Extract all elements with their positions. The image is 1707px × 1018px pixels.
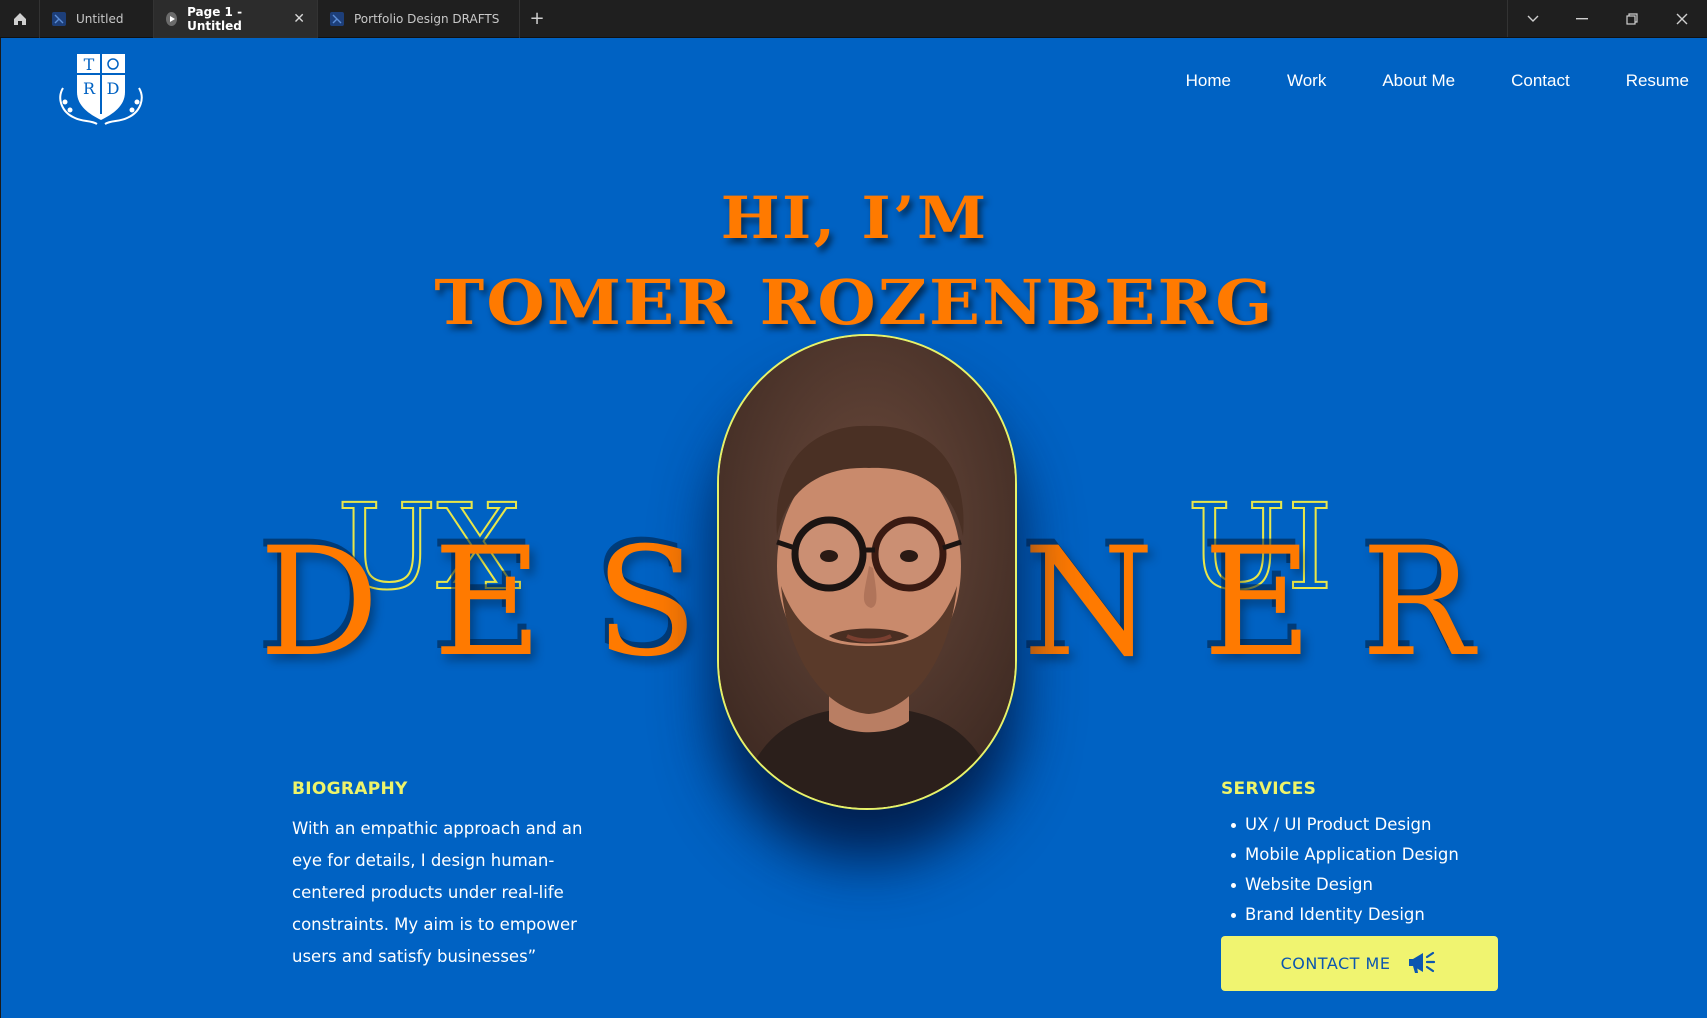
designer-letter-n: N — [1023, 516, 1155, 690]
nav-work[interactable]: Work — [1287, 71, 1326, 91]
list-item: Website Design — [1229, 870, 1459, 900]
designer-letter-e: E — [433, 516, 543, 690]
profile-photo — [717, 334, 1017, 810]
megaphone-icon — [1406, 949, 1438, 979]
logo-letter-r: R — [83, 79, 96, 98]
new-tab-button[interactable]: + — [520, 0, 554, 37]
tab-label: Page 1 - Untitled — [187, 5, 243, 33]
tab-portfolio-design-drafts[interactable]: Portfolio Design DRAFTS — [318, 0, 520, 38]
list-item: UX / UI Product Design — [1229, 810, 1459, 840]
designer-letter-s: S — [595, 516, 698, 690]
close-tab-icon[interactable]: ✕ — [293, 11, 305, 27]
logo-letter-t: T — [84, 55, 95, 74]
tab-untitled[interactable]: Untitled — [40, 0, 154, 38]
designer-letter-e2: E — [1203, 516, 1313, 690]
services-list: UX / UI Product Design Mobile Applicatio… — [1229, 810, 1459, 930]
nav-resume[interactable]: Resume — [1626, 71, 1689, 91]
restore-icon[interactable] — [1607, 0, 1657, 37]
contact-me-label: CONTACT ME — [1280, 954, 1391, 973]
file-icon — [52, 12, 66, 26]
close-window-icon[interactable] — [1657, 0, 1707, 37]
designer-letter-r: R — [1361, 516, 1474, 690]
biography-heading: BIOGRAPHY — [292, 779, 408, 799]
main-nav: Home Work About Me Contact Resume — [1186, 71, 1707, 91]
play-icon — [166, 12, 178, 26]
minimize-icon[interactable] — [1557, 0, 1607, 37]
services-heading: SERVICES — [1221, 779, 1317, 799]
biography-text: With an empathic approach and an eye for… — [292, 819, 583, 966]
tab-label: Untitled — [76, 12, 124, 26]
bullet-icon — [1231, 912, 1236, 918]
nav-home[interactable]: Home — [1186, 71, 1231, 91]
service-label: Brand Identity Design — [1245, 905, 1425, 924]
tab-label: Portfolio Design DRAFTS — [354, 12, 500, 26]
app-tab-bar: Untitled Page 1 - Untitled ✕ Portfolio D… — [0, 0, 1707, 38]
bullet-icon — [1231, 852, 1236, 858]
logo-letter-d: D — [107, 79, 120, 98]
designer-letter-d: D — [259, 516, 380, 690]
nav-about-me[interactable]: About Me — [1382, 71, 1455, 91]
file-icon — [330, 12, 344, 26]
tab-page-1-untitled[interactable]: Page 1 - Untitled ✕ — [154, 0, 318, 38]
service-label: UX / UI Product Design — [1245, 815, 1432, 834]
service-label: Mobile Application Design — [1245, 845, 1459, 864]
hero-greeting: HI, I’M — [720, 184, 989, 252]
bullet-icon — [1231, 822, 1236, 828]
list-item: Brand Identity Design — [1229, 900, 1459, 930]
hero-name: TOMER ROZENBERG — [434, 266, 1275, 339]
bullet-icon — [1231, 882, 1236, 888]
home-icon[interactable] — [0, 0, 40, 38]
service-label: Website Design — [1245, 875, 1373, 894]
logo[interactable]: T R D — [53, 46, 149, 128]
portfolio-page: T R D Home Work About Me Contact Resume … — [0, 38, 1707, 1018]
tab-bar-spacer — [554, 0, 1507, 37]
nav-contact[interactable]: Contact — [1511, 71, 1570, 91]
list-item: Mobile Application Design — [1229, 840, 1459, 870]
contact-me-button[interactable]: CONTACT ME — [1221, 936, 1498, 991]
chevron-down-icon[interactable] — [1507, 0, 1557, 37]
